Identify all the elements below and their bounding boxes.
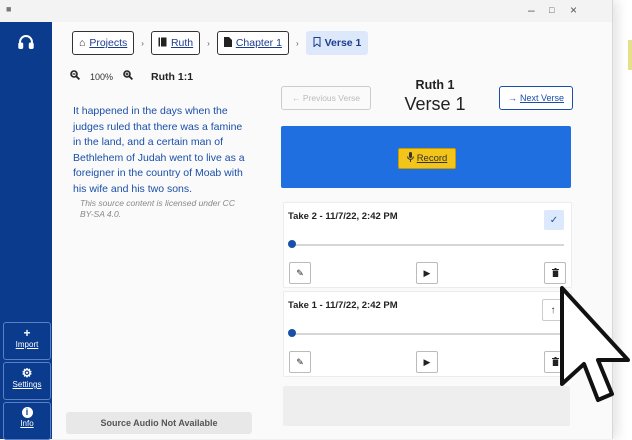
- record-label: Record: [416, 153, 448, 164]
- take-card: Take 2 - 11/7/22, 2:42 PM ✓ ✎ ▶: [283, 202, 572, 288]
- chevron-right-icon: ›: [207, 38, 210, 48]
- bookmark-icon: [313, 36, 321, 50]
- breadcrumb-book[interactable]: Ruth: [150, 31, 201, 55]
- play-icon: ▶: [423, 267, 431, 278]
- check-icon[interactable]: ✓: [544, 210, 564, 230]
- play-icon: ▶: [423, 356, 431, 367]
- settings-label: Settings: [12, 380, 42, 389]
- info-label: Info: [20, 419, 34, 428]
- breadcrumb-projects[interactable]: ⌂ Projects: [72, 31, 135, 55]
- chevron-right-icon: ›: [141, 38, 144, 48]
- zoom-level: 100%: [90, 71, 114, 82]
- pencil-icon: ✎: [296, 356, 304, 367]
- pencil-icon: ✎: [296, 267, 304, 278]
- record-button[interactable]: Record: [398, 148, 456, 169]
- previous-verse-label: Previous Verse: [302, 93, 361, 103]
- source-text: It happened in the days when the judges …: [73, 105, 245, 195]
- play-take-button[interactable]: ▶: [416, 262, 438, 284]
- sidebar: + Import ⚙ Settings i Info: [0, 22, 52, 440]
- breadcrumb-label: Chapter 1: [235, 37, 282, 49]
- take-progress-track[interactable]: [290, 333, 564, 335]
- background-edge: [628, 40, 632, 70]
- zoom-controls: 100% Ruth 1:1: [70, 70, 193, 83]
- delete-take-button[interactable]: [544, 262, 566, 284]
- take-progress-track[interactable]: [290, 244, 564, 246]
- title-bar: ■ – □ ×: [0, 0, 612, 22]
- document-icon: [223, 36, 232, 50]
- microphone-icon: [406, 152, 414, 165]
- headphones-icon[interactable]: [14, 30, 38, 54]
- app-icon: ■: [6, 4, 12, 14]
- chapter-heading: Ruth 1: [415, 78, 455, 92]
- breadcrumb-label: Verse 1: [324, 37, 362, 49]
- source-audio-status: Source Audio Not Available: [66, 412, 252, 434]
- breadcrumb-label: Projects: [89, 37, 128, 49]
- edit-take-button[interactable]: ✎: [289, 351, 311, 373]
- take-title: Take 2 - 11/7/22, 2:42 PM: [288, 211, 398, 222]
- info-button[interactable]: i Info: [3, 402, 51, 440]
- settings-button[interactable]: ⚙ Settings: [3, 362, 51, 400]
- breadcrumb-chapter[interactable]: Chapter 1: [216, 31, 289, 55]
- import-button[interactable]: + Import: [3, 322, 51, 360]
- record-panel: Record: [281, 126, 571, 188]
- verse-heading: Verse 1: [404, 94, 466, 114]
- mouse-pointer-icon: [560, 286, 630, 402]
- app-window: ■ – □ × + Import ⚙ Settings i Info ⌂ Pro…: [0, 0, 613, 440]
- next-verse-button[interactable]: → Next Verse: [499, 86, 573, 110]
- play-take-button[interactable]: ▶: [416, 351, 438, 373]
- empty-take-slot: [283, 386, 570, 426]
- zoom-out-icon[interactable]: [70, 70, 81, 83]
- arrow-left-icon: ←: [291, 93, 303, 103]
- close-button[interactable]: ×: [570, 3, 577, 17]
- breadcrumb-label: Ruth: [170, 37, 194, 49]
- take-progress-handle[interactable]: [288, 329, 296, 337]
- trash-icon: [551, 267, 559, 279]
- take-progress-handle[interactable]: [288, 240, 296, 248]
- edit-take-button[interactable]: ✎: [289, 262, 311, 284]
- import-label: Import: [15, 340, 39, 349]
- plus-icon: +: [23, 326, 31, 340]
- source-reference: Ruth 1:1: [151, 70, 194, 83]
- take-card: Take 1 - 11/7/22, 2:42 PM ↑ ✎ ▶: [283, 291, 572, 377]
- breadcrumb-verse[interactable]: Verse 1: [305, 31, 369, 55]
- zoom-in-icon[interactable]: [123, 70, 134, 83]
- book-icon: [158, 37, 167, 50]
- gear-icon: ⚙: [21, 366, 33, 380]
- next-verse-label: Next Verse: [519, 93, 565, 103]
- previous-verse-button[interactable]: ← Previous Verse: [281, 86, 371, 110]
- info-icon: i: [21, 407, 33, 418]
- minimize-button[interactable]: –: [528, 3, 535, 17]
- home-icon: ⌂: [79, 37, 86, 49]
- take-title: Take 1 - 11/7/22, 2:42 PM: [288, 300, 398, 311]
- breadcrumb: ⌂ Projects › Ruth › Chapter 1 › Verse 1: [72, 30, 369, 56]
- arrow-right-icon: →: [507, 93, 517, 103]
- license-text: This source content is licensed under CC…: [80, 198, 235, 219]
- chevron-right-icon: ›: [295, 38, 299, 48]
- maximize-button[interactable]: □: [549, 3, 554, 17]
